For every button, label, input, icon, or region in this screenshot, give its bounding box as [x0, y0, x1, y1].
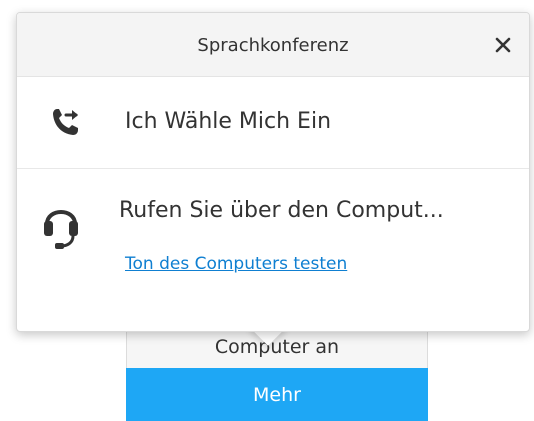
dial-in-option[interactable]: Ich Wähle Mich Ein — [17, 77, 529, 169]
computer-audio-label[interactable]: Rufen Sie über den Comput... — [119, 198, 444, 223]
close-icon[interactable] — [491, 33, 515, 57]
headset-icon — [43, 198, 79, 250]
screen: Computer an Mehr Sprachkonferenz Ich Wäh… — [0, 0, 534, 421]
popover-header: Sprachkonferenz — [17, 13, 529, 77]
popover-title: Sprachkonferenz — [197, 35, 349, 56]
audio-conference-popover: Sprachkonferenz Ich Wähle Mich Ein Rufen… — [16, 12, 530, 332]
computer-audio-option: Rufen Sie über den Comput... Ton des Com… — [17, 170, 529, 330]
dial-in-label: Ich Wähle Mich Ein — [125, 109, 332, 134]
test-computer-audio-link[interactable]: Ton des Computers testen — [125, 254, 347, 274]
menu-item-more[interactable]: Mehr — [126, 368, 428, 421]
phone-forward-icon — [49, 105, 83, 139]
